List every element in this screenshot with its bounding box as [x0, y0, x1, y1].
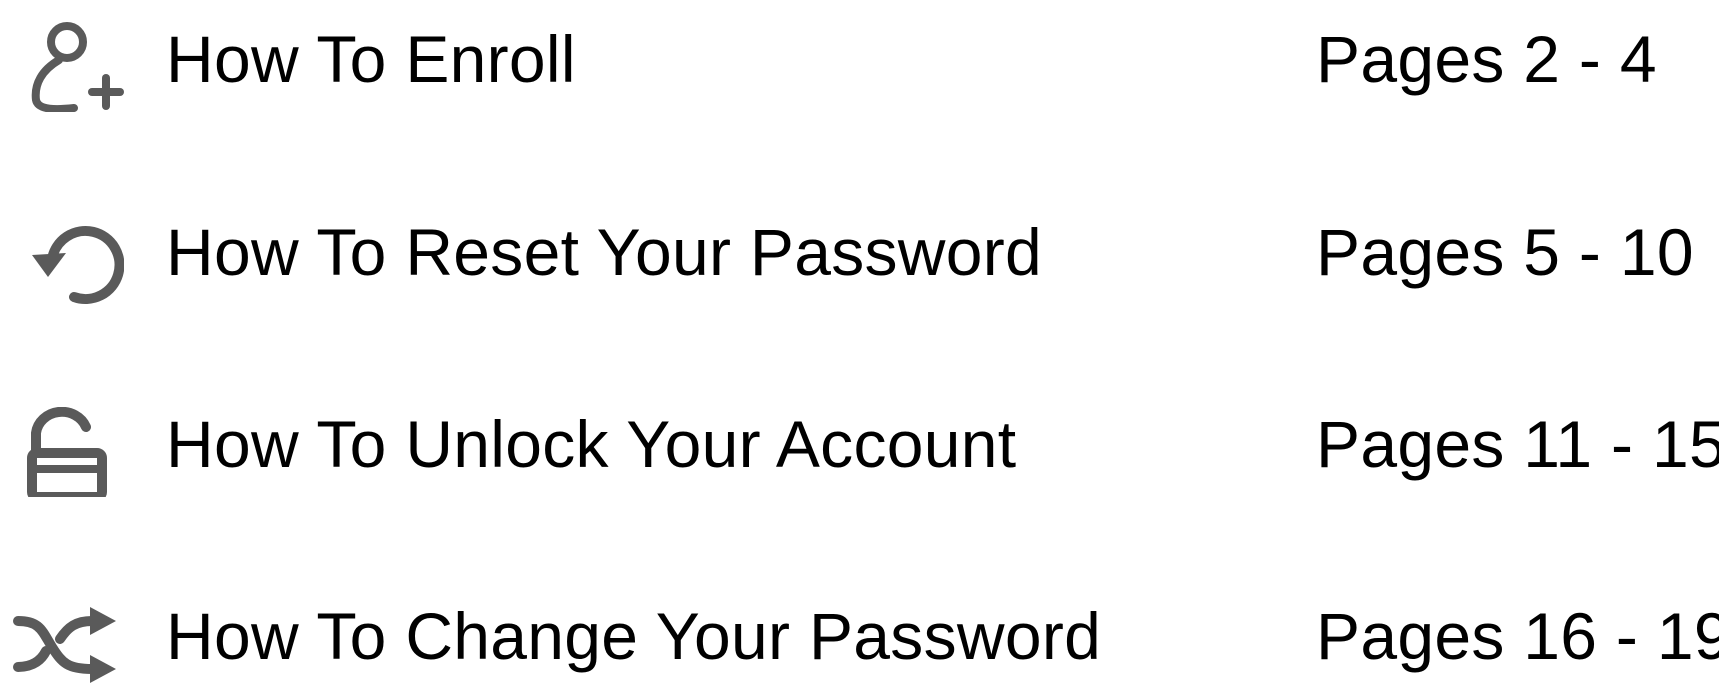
toc-item-enroll[interactable]: How To Enroll Pages 2 - 4 [0, 4, 1719, 114]
toc-item-pages: Pages 11 - 15 [1316, 407, 1719, 481]
toc-item-pages: Pages 2 - 4 [1316, 22, 1657, 96]
table-of-contents: How To Enroll Pages 2 - 4 How To Reset Y… [0, 0, 1719, 683]
toc-item-pages: Pages 16 - 19 [1316, 599, 1719, 673]
unlock-icon [12, 407, 124, 497]
toc-item-label: How To Enroll [166, 22, 576, 96]
add-user-icon [12, 22, 124, 112]
toc-item-pages: Pages 5 - 10 [1316, 215, 1694, 289]
reset-icon [12, 215, 124, 305]
shuffle-icon [12, 599, 124, 689]
toc-item-reset-password[interactable]: How To Reset Your Password Pages 5 - 10 [0, 197, 1719, 307]
toc-item-label: How To Change Your Password [166, 599, 1102, 673]
toc-item-change-password[interactable]: How To Change Your Password Pages 16 - 1… [0, 581, 1719, 691]
toc-item-unlock-account[interactable]: How To Unlock Your Account Pages 11 - 15 [0, 389, 1719, 499]
toc-item-label: How To Reset Your Password [166, 215, 1043, 289]
toc-item-label: How To Unlock Your Account [166, 407, 1017, 481]
